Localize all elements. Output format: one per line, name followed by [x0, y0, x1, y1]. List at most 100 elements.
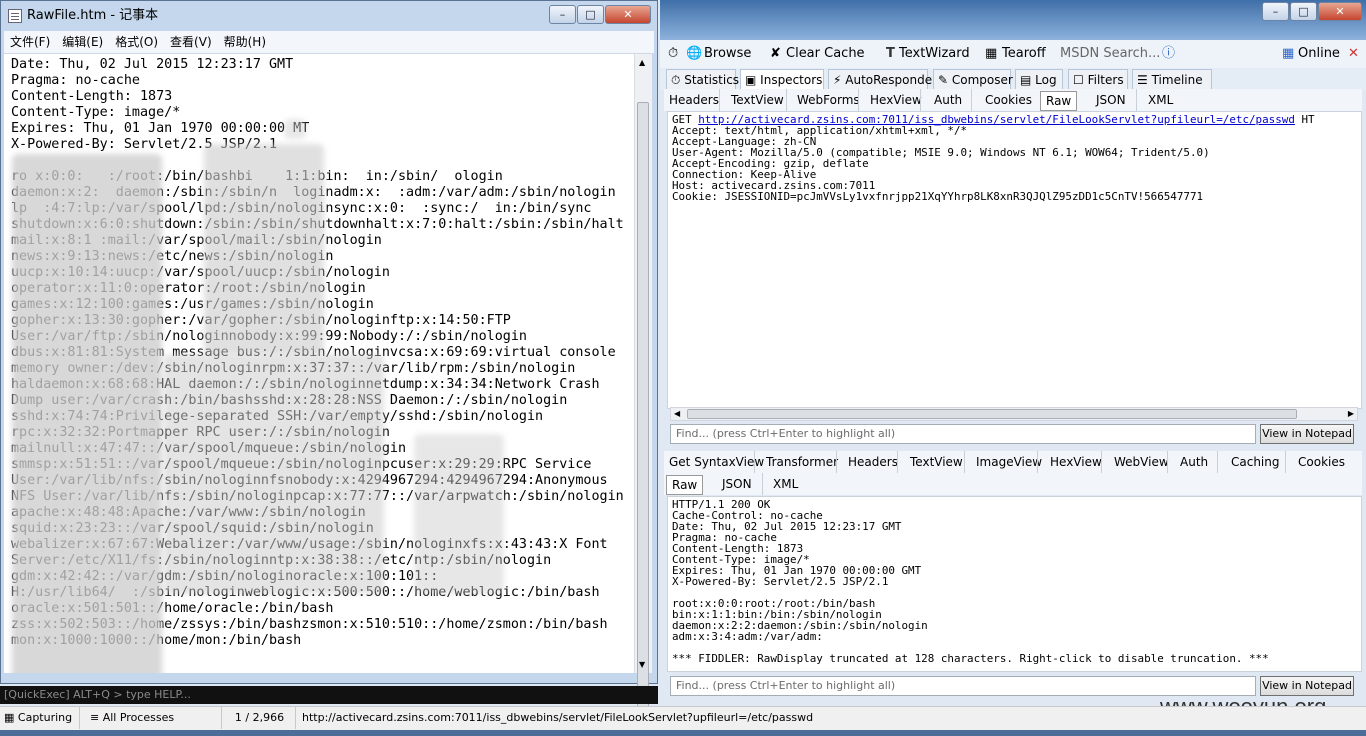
minimize-button[interactable]: – [549, 5, 576, 24]
response-find-input[interactable]: Find... (press Ctrl+Enter to highlight a… [670, 676, 1256, 696]
req-tab-xml[interactable]: XML [1148, 89, 1173, 111]
help-icon[interactable]: ⓘ [1162, 40, 1175, 68]
resp-tab-xml[interactable]: XML [773, 473, 798, 495]
fiddler-toolbar: ⏱ 🌐 Browse ✘ Clear Cache T TextWizard ▦ … [660, 40, 1366, 68]
request-scroll-thumb[interactable] [687, 409, 1297, 419]
selected-session-url: http://activecard.zsins.com:7011/iss_dbw… [302, 711, 814, 724]
notepad-scroll-thumb[interactable] [637, 102, 649, 714]
menu-format[interactable]: 格式(O) [109, 31, 164, 53]
fiddler-minimize-button[interactable]: – [1262, 2, 1289, 21]
resp-tab-raw[interactable]: Raw [666, 475, 704, 495]
menu-edit[interactable]: 编辑(E) [56, 31, 109, 53]
req-tab-cookies[interactable]: Cookies [985, 89, 1032, 111]
request-protocol: HT [1301, 113, 1315, 126]
scroll-down-arrow-icon[interactable]: ▼ [639, 660, 645, 669]
notepad-app-icon [8, 9, 22, 23]
clear-cache-icon: ✘ [770, 46, 781, 61]
process-filter[interactable]: ≡ All Processes [82, 707, 222, 729]
timer-icon[interactable]: ⏱ [668, 40, 678, 68]
timeline-icon: ☰ [1137, 73, 1148, 87]
tab-autoresponder[interactable]: ⚡ AutoResponder [828, 69, 937, 89]
globe-icon: 🌐 [686, 46, 703, 61]
redaction-blur [164, 354, 384, 594]
req-tab-webforms[interactable]: WebForms [797, 89, 860, 111]
tab-label: Composer [951, 73, 1013, 87]
notepad-title: RawFile.htm - 记事本 [27, 8, 159, 23]
maximize-button[interactable]: □ [577, 5, 604, 24]
req-tab-headers[interactable]: Headers [669, 89, 719, 111]
request-headers: Accept: text/html, application/xhtml+xml… [672, 124, 1210, 203]
scroll-right-arrow-icon[interactable]: ▶ [1348, 408, 1354, 420]
separator [719, 89, 720, 111]
quickexec-box[interactable]: [QuickExec] ALT+Q > type HELP... [0, 686, 658, 704]
separator [762, 473, 763, 495]
tearoff-button[interactable]: Tearoff [1002, 40, 1046, 68]
menu-file[interactable]: 文件(F) [4, 31, 56, 53]
response-view-in-notepad-button[interactable]: View in Notepad [1260, 676, 1354, 696]
close-toolbar-icon[interactable]: ✕ [1348, 40, 1359, 68]
tab-label: Timeline [1151, 73, 1203, 87]
browse-button[interactable]: Browse [704, 40, 751, 68]
notepad-vertical-scrollbar[interactable]: ▲ ▼ [634, 54, 652, 714]
fiddler-titlebar[interactable]: – □ ✕ [660, 0, 1366, 40]
req-tab-json[interactable]: JSON [1096, 89, 1126, 111]
resp-tab-auth[interactable]: Auth [1180, 451, 1208, 473]
tab-log[interactable]: ▤ Log [1015, 69, 1063, 89]
tab-timeline[interactable]: ☰ Timeline [1132, 69, 1212, 89]
msdn-search-input[interactable]: MSDN Search... [1060, 40, 1160, 68]
resp-tab-imageview[interactable]: ImageView [976, 451, 1042, 473]
resp-tab-webview[interactable]: WebView [1114, 451, 1169, 473]
request-find-input[interactable]: Find... (press Ctrl+Enter to highlight a… [670, 424, 1256, 444]
req-tab-raw[interactable]: Raw [1040, 91, 1078, 111]
req-tab-textview[interactable]: TextView [731, 89, 784, 111]
scroll-up-arrow-icon[interactable]: ▲ [639, 58, 645, 67]
filter-icon: ≡ [90, 711, 100, 724]
separator [1101, 451, 1102, 473]
composer-icon: ✎ [938, 73, 949, 87]
redaction-blur [204, 144, 324, 354]
tab-label: Log [1035, 73, 1057, 87]
redaction-blur [12, 154, 162, 673]
separator [1167, 451, 1168, 473]
tab-label: Filters [1087, 73, 1124, 87]
tab-filters[interactable]: ☐ Filters [1068, 69, 1128, 89]
lightning-icon: ⚡ [833, 73, 842, 87]
response-format-tabs: Raw JSON XML [664, 473, 1362, 495]
response-raw-view[interactable]: HTTP/1.1 200 OK Cache-Control: no-cache … [667, 496, 1362, 672]
resp-tab-caching[interactable]: Caching [1231, 451, 1280, 473]
textwizard-icon: T [886, 46, 895, 61]
fiddler-close-button[interactable]: ✕ [1318, 2, 1362, 21]
fiddler-status-bar: ▦ Capturing ≡ All Processes 1 / 2,966 ht… [0, 706, 1366, 731]
notepad-text-area[interactable]: Date: Thu, 02 Jul 2015 12:23:17 GMT Prag… [4, 54, 634, 673]
tab-statistics[interactable]: ⏱ Statistics [666, 69, 739, 89]
req-tab-hexview[interactable]: HexView [870, 89, 922, 111]
resp-tab-get-syntaxview[interactable]: Get SyntaxView [669, 451, 764, 473]
notepad-menubar: 文件(F) 编辑(E) 格式(O) 查看(V) 帮助(H) [4, 31, 654, 54]
tab-inspectors[interactable]: ▣ Inspectors [740, 69, 824, 89]
resp-tab-transformer[interactable]: Transformer [766, 451, 838, 473]
resp-tab-hexview[interactable]: HexView [1050, 451, 1102, 473]
menu-view[interactable]: 查看(V) [164, 31, 218, 53]
request-horizontal-scrollbar[interactable]: ◀ ▶ [670, 407, 1358, 421]
textwizard-button[interactable]: TextWizard [899, 40, 970, 68]
separator [1217, 451, 1218, 473]
menu-help[interactable]: 帮助(H) [218, 31, 272, 53]
close-button[interactable]: ✕ [605, 5, 651, 24]
request-raw-view[interactable]: GET http://activecard.zsins.com:7011/iss… [667, 111, 1362, 409]
capturing-toggle[interactable]: ▦ Capturing [0, 707, 80, 729]
fiddler-maximize-button[interactable]: □ [1290, 2, 1317, 21]
resp-tab-headers[interactable]: Headers [848, 451, 898, 473]
session-count: 1 / 2,966 [224, 707, 296, 729]
req-tab-auth[interactable]: Auth [934, 89, 962, 111]
process-filter-label: All Processes [102, 711, 175, 724]
resp-tab-textview[interactable]: TextView [910, 451, 963, 473]
resp-tab-json[interactable]: JSON [722, 473, 752, 495]
clear-cache-button[interactable]: Clear Cache [786, 40, 865, 68]
scroll-left-arrow-icon[interactable]: ◀ [674, 408, 680, 420]
separator [971, 89, 972, 111]
separator [754, 451, 755, 473]
tab-composer[interactable]: ✎ Composer [933, 69, 1013, 89]
tab-label: Inspectors [760, 73, 823, 87]
resp-tab-cookies[interactable]: Cookies [1298, 451, 1345, 473]
request-view-in-notepad-button[interactable]: View in Notepad [1260, 424, 1354, 444]
